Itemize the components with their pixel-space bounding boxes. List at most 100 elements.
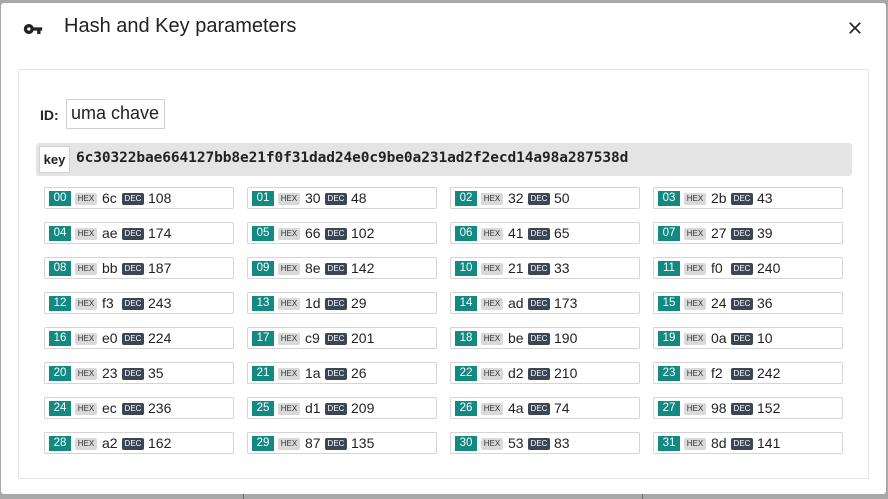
close-icon[interactable] bbox=[845, 18, 865, 38]
byte-cell: 19 HEX 0a DEC 10 bbox=[653, 327, 843, 349]
byte-index: 29 bbox=[252, 436, 274, 451]
byte-hex-value: 23 bbox=[102, 365, 118, 381]
byte-cell: 00 HEX 6c DEC 108 bbox=[44, 187, 234, 209]
byte-index: 31 bbox=[658, 436, 680, 451]
byte-cell: 30 HEX 53 DEC 83 bbox=[450, 432, 640, 454]
dec-tag: DEC bbox=[731, 228, 753, 240]
dec-tag: DEC bbox=[122, 263, 144, 275]
byte-dec-value: 26 bbox=[351, 365, 367, 381]
dec-tag: DEC bbox=[325, 298, 347, 310]
byte-index: 00 bbox=[49, 191, 71, 206]
byte-cell: 11 HEX f0 DEC 240 bbox=[653, 257, 843, 279]
byte-hex-value: bb bbox=[102, 260, 118, 276]
byte-cell: 07 HEX 27 DEC 39 bbox=[653, 222, 843, 244]
byte-index: 10 bbox=[455, 261, 477, 276]
hash-key-dialog: Hash and Key parameters ID: uma chave ke… bbox=[1, 3, 886, 494]
byte-dec-value: 141 bbox=[757, 435, 781, 451]
byte-cell: 29 HEX 87 DEC 135 bbox=[247, 432, 437, 454]
byte-dec-value: 65 bbox=[554, 225, 570, 241]
byte-cell: 02 HEX 32 DEC 50 bbox=[450, 187, 640, 209]
byte-index: 18 bbox=[455, 331, 477, 346]
hex-tag: HEX bbox=[278, 438, 300, 450]
byte-hex-value: 1a bbox=[305, 365, 321, 381]
byte-cell: 23 HEX f2 DEC 242 bbox=[653, 362, 843, 384]
dec-tag: DEC bbox=[731, 193, 753, 205]
byte-cell: 08 HEX bb DEC 187 bbox=[44, 257, 234, 279]
hex-tag: HEX bbox=[481, 333, 503, 345]
byte-index: 13 bbox=[252, 296, 274, 311]
byte-dec-value: 187 bbox=[148, 260, 172, 276]
byte-index: 26 bbox=[455, 401, 477, 416]
dialog-header: Hash and Key parameters bbox=[1, 3, 886, 53]
byte-cell: 18 HEX be DEC 190 bbox=[450, 327, 640, 349]
hex-tag: HEX bbox=[75, 368, 97, 380]
hex-tag: HEX bbox=[684, 368, 706, 380]
byte-index: 12 bbox=[49, 296, 71, 311]
byte-hex-value: 87 bbox=[305, 435, 321, 451]
byte-index: 14 bbox=[455, 296, 477, 311]
dec-tag: DEC bbox=[731, 298, 753, 310]
byte-dec-value: 48 bbox=[351, 190, 367, 206]
byte-hex-value: 8d bbox=[711, 435, 727, 451]
byte-hex-value: 6c bbox=[102, 190, 117, 206]
byte-index: 21 bbox=[252, 366, 274, 381]
dec-tag: DEC bbox=[528, 263, 550, 275]
byte-dec-value: 201 bbox=[351, 330, 375, 346]
hex-tag: HEX bbox=[481, 298, 503, 310]
byte-dec-value: 10 bbox=[757, 330, 773, 346]
byte-dec-value: 35 bbox=[148, 365, 164, 381]
byte-dec-value: 135 bbox=[351, 435, 375, 451]
dec-tag: DEC bbox=[325, 368, 347, 380]
byte-dec-value: 240 bbox=[757, 260, 781, 276]
byte-cell: 01 HEX 30 DEC 48 bbox=[247, 187, 437, 209]
byte-hex-value: f2 bbox=[711, 365, 723, 381]
byte-hex-value: 8e bbox=[305, 260, 321, 276]
dec-tag: DEC bbox=[122, 333, 144, 345]
dec-tag: DEC bbox=[731, 333, 753, 345]
dec-tag: DEC bbox=[122, 368, 144, 380]
hex-tag: HEX bbox=[684, 298, 706, 310]
dec-tag: DEC bbox=[528, 403, 550, 415]
byte-hex-value: e0 bbox=[102, 330, 118, 346]
byte-dec-value: 173 bbox=[554, 295, 578, 311]
byte-cell: 16 HEX e0 DEC 224 bbox=[44, 327, 234, 349]
byte-hex-value: 1d bbox=[305, 295, 321, 311]
byte-dec-value: 29 bbox=[351, 295, 367, 311]
dec-tag: DEC bbox=[528, 193, 550, 205]
key-icon bbox=[23, 24, 43, 34]
byte-cell: 10 HEX 21 DEC 33 bbox=[450, 257, 640, 279]
byte-cell: 04 HEX ae DEC 174 bbox=[44, 222, 234, 244]
byte-cell: 25 HEX d1 DEC 209 bbox=[247, 397, 437, 419]
byte-index: 28 bbox=[49, 436, 71, 451]
hex-tag: HEX bbox=[278, 263, 300, 275]
byte-hex-value: ad bbox=[508, 295, 524, 311]
hex-tag: HEX bbox=[75, 193, 97, 205]
dec-tag: DEC bbox=[731, 438, 753, 450]
byte-cell: 27 HEX 98 DEC 152 bbox=[653, 397, 843, 419]
parameters-panel: ID: uma chave key 6c30322bae664127bb8e21… bbox=[18, 69, 869, 479]
hex-tag: HEX bbox=[75, 263, 97, 275]
hex-tag: HEX bbox=[278, 403, 300, 415]
byte-hex-value: 41 bbox=[508, 225, 524, 241]
hex-tag: HEX bbox=[75, 403, 97, 415]
dec-tag: DEC bbox=[325, 193, 347, 205]
byte-hex-value: ae bbox=[102, 225, 118, 241]
byte-index: 25 bbox=[252, 401, 274, 416]
dec-tag: DEC bbox=[731, 368, 753, 380]
byte-dec-value: 236 bbox=[148, 400, 172, 416]
byte-dec-value: 190 bbox=[554, 330, 578, 346]
hex-tag: HEX bbox=[684, 333, 706, 345]
byte-index: 05 bbox=[252, 226, 274, 241]
byte-cell: 24 HEX ec DEC 236 bbox=[44, 397, 234, 419]
byte-cell: 05 HEX 66 DEC 102 bbox=[247, 222, 437, 244]
byte-dec-value: 50 bbox=[554, 190, 570, 206]
dec-tag: DEC bbox=[325, 438, 347, 450]
hex-tag: HEX bbox=[481, 263, 503, 275]
byte-dec-value: 108 bbox=[148, 190, 172, 206]
byte-cell: 06 HEX 41 DEC 65 bbox=[450, 222, 640, 244]
id-field[interactable]: uma chave bbox=[66, 99, 165, 129]
hex-tag: HEX bbox=[684, 228, 706, 240]
dec-tag: DEC bbox=[731, 403, 753, 415]
hex-tag: HEX bbox=[481, 368, 503, 380]
byte-dec-value: 174 bbox=[148, 225, 172, 241]
